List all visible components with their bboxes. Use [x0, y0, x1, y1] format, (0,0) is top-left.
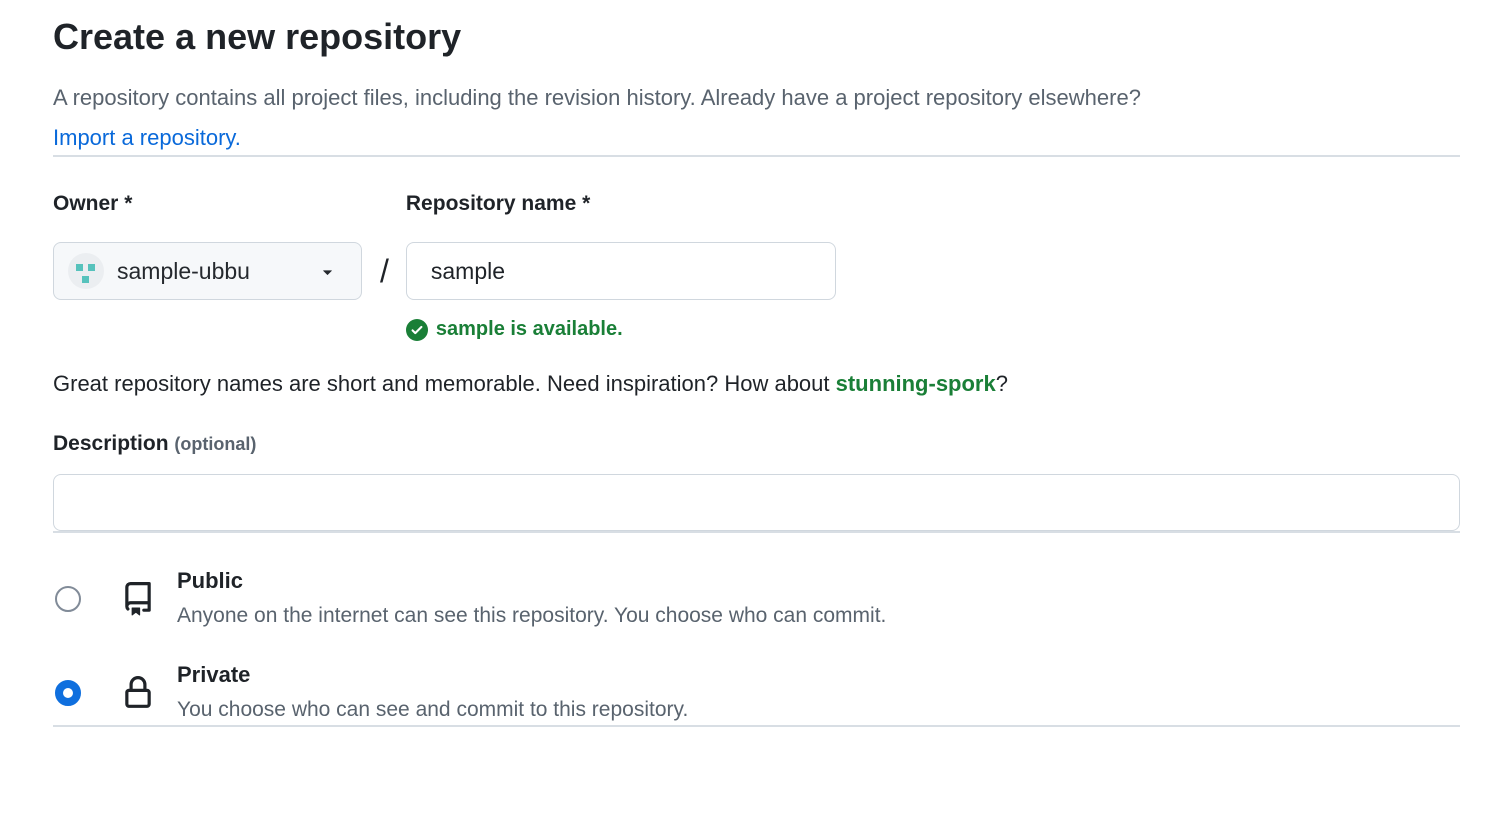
- repository-name-input[interactable]: [406, 242, 836, 300]
- description-label-row: Description (optional): [53, 430, 1460, 458]
- import-repository-link[interactable]: Import a repository.: [53, 121, 241, 155]
- description-input[interactable]: [53, 474, 1460, 531]
- check-circle-icon: [406, 319, 428, 341]
- divider-top: [53, 155, 1460, 157]
- owner-field: Owner * sample-ubbu: [53, 191, 362, 300]
- required-asterisk: *: [582, 192, 590, 215]
- visibility-option-private[interactable]: Private You choose who can see and commi…: [53, 661, 1460, 725]
- private-option-title: Private: [177, 661, 688, 689]
- create-repository-page: Create a new repository A repository con…: [0, 0, 1496, 838]
- owner-select-button[interactable]: sample-ubbu: [53, 242, 362, 300]
- owner-label: Owner *: [53, 191, 362, 217]
- owner-repo-row: Owner * sample-ubbu / Repository name * …: [53, 191, 1460, 341]
- repository-name-label: Repository name *: [406, 191, 836, 217]
- lock-icon: [121, 676, 155, 710]
- owner-selected-value: sample-ubbu: [117, 258, 250, 285]
- availability-status: sample is available.: [406, 318, 836, 341]
- visibility-options: Public Anyone on the internet can see th…: [53, 567, 1460, 725]
- repository-name-field: Repository name * sample is available.: [406, 191, 836, 341]
- name-suggestion-text: Great repository names are short and mem…: [53, 367, 1460, 400]
- public-radio[interactable]: [55, 586, 81, 612]
- description-optional-note: (optional): [174, 434, 256, 454]
- repo-icon: [121, 582, 155, 616]
- divider-middle: [53, 531, 1460, 533]
- page-title: Create a new repository: [53, 14, 1460, 59]
- public-option-title: Public: [177, 567, 886, 595]
- public-option-description: Anyone on the internet can see this repo…: [177, 601, 886, 631]
- required-asterisk: *: [124, 192, 132, 215]
- suggested-name-link[interactable]: stunning-spork: [836, 371, 996, 396]
- description-label: Description: [53, 432, 169, 455]
- divider-bottom: [53, 725, 1460, 727]
- availability-message: sample is available.: [436, 318, 623, 341]
- private-option-text: Private You choose who can see and commi…: [177, 661, 688, 725]
- page-subtitle: A repository contains all project files,…: [53, 81, 1460, 115]
- visibility-option-public[interactable]: Public Anyone on the internet can see th…: [53, 567, 1460, 631]
- private-option-description: You choose who can see and commit to thi…: [177, 695, 688, 725]
- chevron-down-icon: [318, 262, 337, 281]
- private-radio[interactable]: [55, 680, 81, 706]
- public-option-text: Public Anyone on the internet can see th…: [177, 567, 886, 631]
- owner-repo-separator: /: [362, 242, 406, 300]
- owner-avatar: [68, 253, 104, 289]
